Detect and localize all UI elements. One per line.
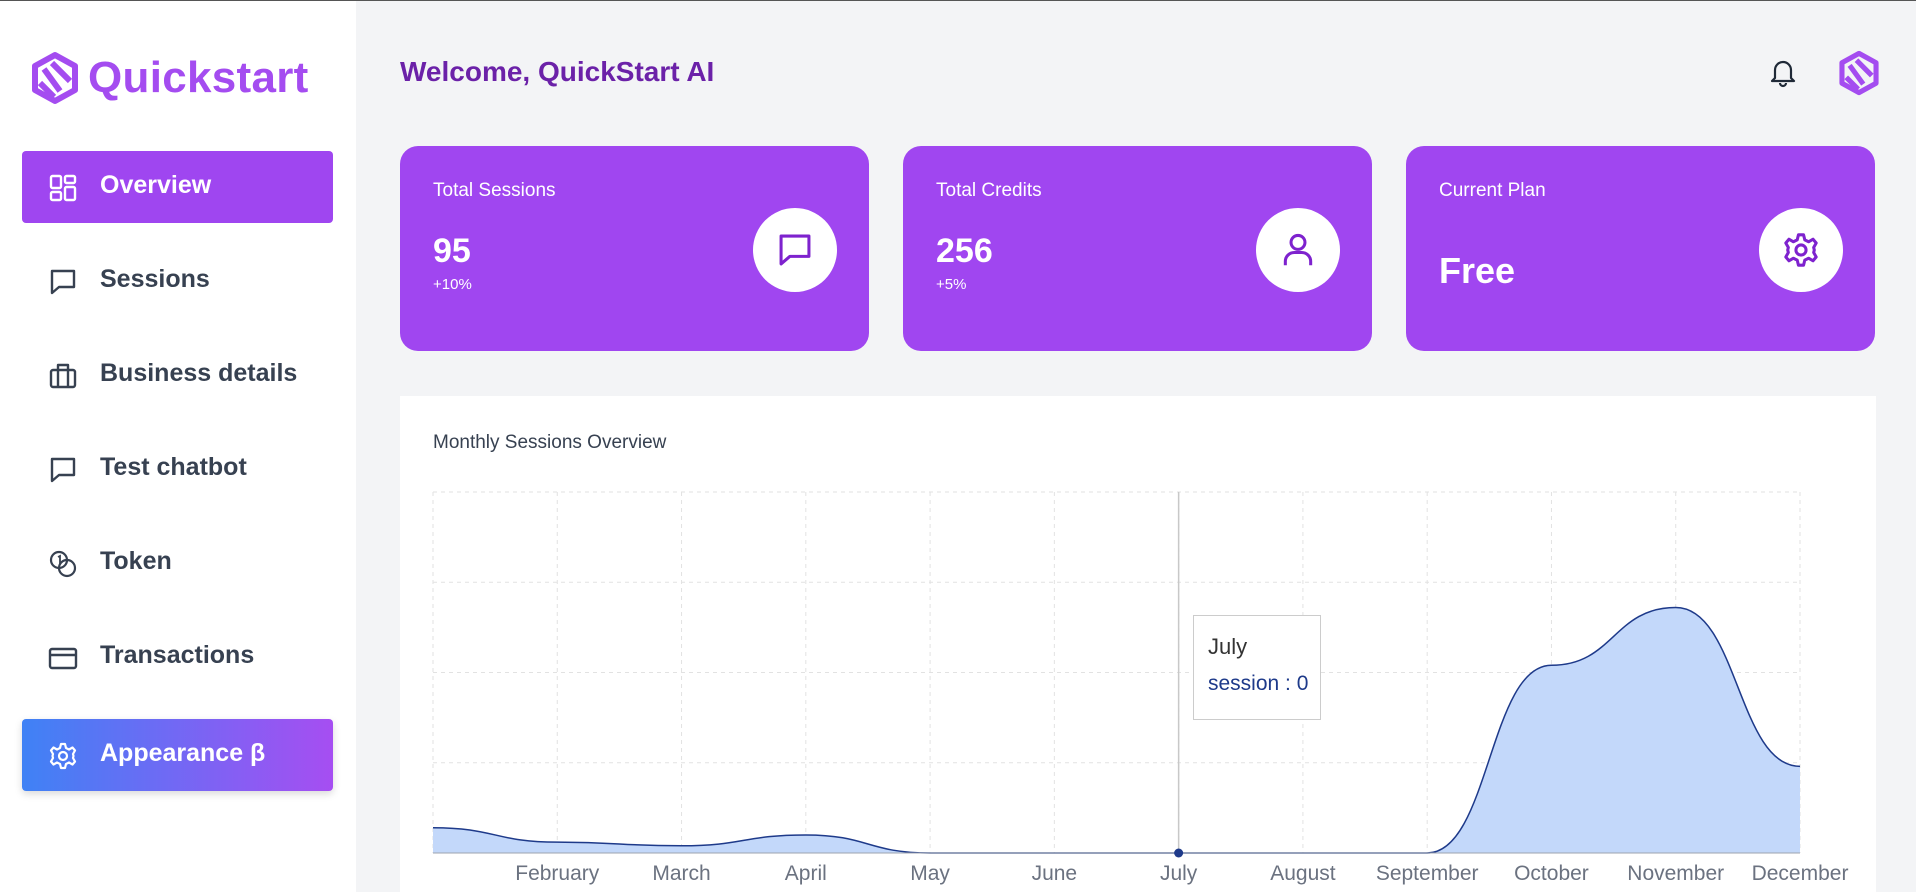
x-tick-label: October: [1514, 862, 1589, 885]
stat-card-total-credits: Total Credits 256 +5%: [903, 146, 1372, 351]
card-icon-circle: [1256, 208, 1340, 292]
chat-bubble-icon: [779, 234, 811, 266]
card-change: +10%: [433, 276, 472, 293]
card-title: Total Credits: [936, 180, 1042, 201]
x-tick-label: June: [1032, 862, 1078, 885]
series-area-session: [433, 607, 1800, 853]
tooltip-label: July: [1208, 634, 1248, 659]
gear-icon: [48, 741, 78, 771]
chart-cursor: [1174, 492, 1184, 858]
chart-tooltip: July session : 0: [1193, 615, 1321, 720]
x-tick-label: August: [1270, 862, 1336, 885]
sidebar-item-sessions[interactable]: Sessions: [22, 245, 333, 317]
hover-point: [1174, 848, 1184, 858]
sidebar-item-label: Business details: [100, 359, 298, 387]
briefcase-icon: [48, 361, 78, 391]
sidebar-item-label: Appearance β: [100, 739, 266, 767]
tooltip-value: session : 0: [1208, 672, 1309, 695]
dashboard-icon: [48, 173, 78, 203]
x-tick-label: March: [652, 862, 710, 885]
x-tick-label: May: [910, 862, 950, 885]
gear-icon: [1784, 233, 1818, 267]
bell-icon[interactable]: [1768, 56, 1798, 88]
x-tick-label: February: [515, 862, 600, 885]
x-tick-label: April: [785, 862, 827, 885]
sidebar-item-test-chatbot[interactable]: Test chatbot: [22, 433, 333, 505]
card-value: Free: [1439, 250, 1516, 291]
stat-card-current-plan: Current Plan Free: [1406, 146, 1875, 351]
card-icon-circle: [753, 208, 837, 292]
sidebar-item-appearance[interactable]: Appearance β: [22, 719, 333, 791]
sidebar-item-label: Overview: [100, 171, 212, 199]
sessions-area-chart[interactable]: February March April May June July August Septe…: [400, 396, 1876, 892]
card-change: +5%: [936, 276, 967, 293]
x-tick-label: September: [1376, 862, 1479, 885]
sidebar-item-transactions[interactable]: Transactions: [22, 621, 333, 693]
x-tick-label: November: [1627, 862, 1724, 885]
card-title: Current Plan: [1439, 180, 1546, 201]
sidebar-item-label: Sessions: [100, 265, 210, 293]
chart-panel: Monthly Sessions Overview February March A…: [400, 396, 1876, 892]
sidebar-item-label: Token: [100, 547, 172, 575]
chat-bubble-icon: [48, 455, 78, 485]
sidebar-item-token[interactable]: Token: [22, 527, 333, 599]
sidebar-item-business-details[interactable]: Business details: [22, 339, 333, 411]
x-tick-label: July: [1160, 862, 1198, 885]
avatar[interactable]: [1837, 50, 1881, 96]
coins-icon: [48, 549, 78, 579]
chart-series: [432, 606, 1801, 854]
card-value: 95: [433, 232, 471, 270]
card-icon-circle: [1759, 208, 1843, 292]
card-title: Total Sessions: [433, 180, 556, 201]
quickstart-logo-icon: [32, 52, 78, 104]
stat-card-total-sessions: Total Sessions 95 +10%: [400, 146, 869, 351]
chart-x-axis: February March April May June July August Septe…: [515, 862, 1848, 885]
brand-name: Quickstart: [88, 53, 309, 102]
brand[interactable]: Quickstart: [30, 51, 309, 105]
x-tick-label: December: [1752, 862, 1849, 885]
sidebar-item-label: Transactions: [100, 641, 255, 669]
chat-bubble-icon: [48, 267, 78, 297]
sidebar: Quickstart Overview Sessions Business de…: [0, 1, 356, 892]
sidebar-item-label: Test chatbot: [100, 453, 247, 481]
page-title: Welcome, QuickStart AI: [400, 56, 715, 87]
user-icon: [1283, 233, 1313, 266]
credit-card-icon: [48, 643, 78, 673]
sidebar-item-overview[interactable]: Overview: [22, 151, 333, 223]
card-value: 256: [936, 232, 993, 270]
